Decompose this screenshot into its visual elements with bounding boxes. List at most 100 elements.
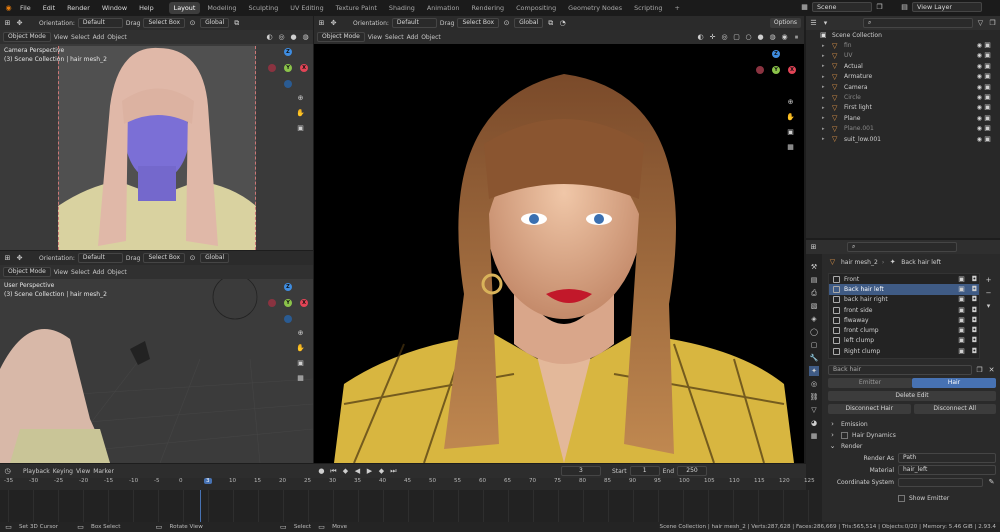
emission-panel-header[interactable]: › Emission (828, 419, 996, 429)
texture-tab-icon[interactable]: ▦ (809, 431, 819, 441)
list-menu-icon[interactable]: ▾ (984, 302, 993, 311)
coordinate-system-field[interactable] (898, 477, 983, 487)
camera-render-icon[interactable]: ▣ (983, 93, 992, 102)
render-display-icon[interactable]: ◘ (970, 326, 979, 335)
tool-tab-icon[interactable]: ⚒ (809, 262, 819, 272)
particle-system-item[interactable]: back hair right ▣ ◘ (829, 295, 979, 305)
display-mode-icon[interactable]: ▾ (821, 19, 830, 28)
viewport-rendered[interactable]: ⊞ ✥ Orientation: Default Drag Select Box… (314, 16, 804, 463)
menu-add[interactable]: Add (93, 269, 105, 276)
fake-user-icon[interactable]: ❐ (975, 366, 984, 375)
outliner-item[interactable]: ▸ ▽ Actual ◉ ▣ (806, 61, 1000, 71)
eyedropper-icon[interactable]: ✎ (987, 478, 996, 487)
tab-animation[interactable]: Animation (422, 2, 465, 14)
menu-playback[interactable]: Playback (23, 468, 50, 475)
particle-system-item[interactable]: front side ▣ ◘ (829, 305, 979, 315)
properties-search[interactable]: ⌕ (847, 242, 957, 252)
menu-view[interactable]: View (76, 468, 90, 475)
expand-arrow-icon[interactable]: ▸ (822, 95, 828, 101)
menu-marker[interactable]: Marker (93, 468, 114, 475)
particles-tab-icon[interactable]: ✦ (809, 366, 819, 376)
render-display-icon[interactable]: ◘ (970, 347, 979, 356)
outliner-item[interactable]: ▸ ▽ Plane.001 ◉ ▣ (806, 124, 1000, 134)
particle-system-item[interactable]: Back hair left ▣ ◘ (829, 284, 979, 295)
shading-material-icon[interactable]: ◍ (301, 33, 310, 42)
camera-render-icon[interactable]: ▣ (983, 114, 992, 123)
outliner-item[interactable]: ▸ ▽ Plane ◉ ▣ (806, 113, 1000, 123)
gizmo-z-axis[interactable]: Z (284, 48, 292, 56)
particle-system-item[interactable]: left clump ▣ ◘ (829, 336, 979, 346)
outliner-item[interactable]: ▸ ▽ Circle ◉ ▣ (806, 92, 1000, 102)
filter-icon[interactable]: ▽ (976, 19, 985, 28)
gizmo-y-axis[interactable]: Y (284, 64, 292, 72)
tab-shading[interactable]: Shading (384, 2, 420, 14)
camera-view-icon[interactable]: ▣ (296, 124, 305, 133)
menu-object[interactable]: Object (107, 269, 127, 276)
expand-arrow-icon[interactable]: ▸ (822, 53, 828, 59)
gizmo-neg-x[interactable] (268, 64, 276, 72)
constraints-tab-icon[interactable]: ⛓ (809, 392, 819, 402)
particle-system-item[interactable]: flwaway ▣ ◘ (829, 315, 979, 325)
camera-render-icon[interactable]: ▣ (983, 83, 992, 92)
orientation-dropdown[interactable]: Default (77, 253, 123, 263)
editor-type-icon[interactable]: ⊞ (3, 254, 12, 263)
eye-icon[interactable]: ◉ (977, 42, 982, 49)
modifier-tab-icon[interactable]: 🔧 (809, 353, 819, 363)
viewport-display-icon[interactable]: ▣ (957, 316, 966, 325)
ortho-grid-icon[interactable]: ▦ (786, 143, 795, 152)
timeline-track-area[interactable] (0, 490, 809, 522)
camera-render-icon[interactable]: ▣ (983, 51, 992, 60)
tab-uv-editing[interactable]: UV Editing (285, 2, 328, 14)
data-tab-icon[interactable]: ▽ (809, 405, 819, 415)
particle-system-item[interactable]: front clump ▣ ◘ (829, 325, 979, 335)
editor-type-icon[interactable]: ◷ (3, 467, 12, 476)
camera-render-icon[interactable]: ▣ (983, 103, 992, 112)
tab-compositing[interactable]: Compositing (511, 2, 561, 14)
visibility-icon[interactable]: ◐ (696, 33, 705, 42)
gizmo-z-axis[interactable]: Z (284, 283, 292, 291)
pivot-icon[interactable]: ⊙ (502, 19, 511, 28)
jump-start-icon[interactable]: ⏮ (329, 467, 338, 476)
navigation-gizmo-main[interactable]: Z X Y (754, 48, 798, 92)
menu-object[interactable]: Object (107, 34, 127, 41)
add-slot-icon[interactable]: + (984, 276, 993, 285)
camera-render-icon[interactable]: ▣ (983, 72, 992, 81)
gizmo-toggle-icon[interactable]: ✛ (708, 33, 717, 42)
mode-dropdown[interactable]: Object Mode (317, 32, 365, 42)
menu-select[interactable]: Select (71, 269, 90, 276)
outliner-item[interactable]: ▸ ▽ First light ◉ ▣ (806, 103, 1000, 113)
frame-ruler[interactable]: -35 -30 -25 -20 -15 -10 -5 0 3 10 15 20 25 30 35 40 45 50… (0, 478, 815, 490)
add-workspace-button[interactable]: + (669, 2, 684, 14)
editor-type-icon[interactable]: ⊞ (317, 19, 326, 28)
menu-render[interactable]: Render (62, 4, 95, 12)
viewport-user[interactable]: ⊞ ✥ Orientation: Default Drag Select Box… (0, 251, 313, 463)
render-display-icon[interactable]: ◘ (970, 295, 979, 304)
outliner-root[interactable]: ▣ Scene Collection (806, 30, 1000, 40)
menu-view[interactable]: View (54, 269, 68, 276)
viewport-display-icon[interactable]: ▣ (957, 285, 966, 294)
render-display-icon[interactable]: ◘ (970, 275, 979, 284)
render-display-icon[interactable]: ◘ (970, 306, 979, 315)
outliner-item[interactable]: ▸ ▽ suit_low.001 ◉ ▣ (806, 134, 1000, 144)
prev-key-icon[interactable]: ◆ (341, 467, 350, 476)
shading-solid-icon[interactable]: ● (756, 33, 765, 42)
render-display-icon[interactable]: ◘ (970, 336, 979, 345)
view-layer-tab-icon[interactable]: ▧ (809, 301, 819, 311)
xray-icon[interactable]: ▢ (732, 33, 741, 42)
emitter-toggle[interactable]: Emitter (828, 378, 912, 388)
gizmo-x-axis[interactable]: X (788, 66, 796, 74)
render-as-dropdown[interactable]: Path (898, 453, 996, 463)
viewport-display-icon[interactable]: ▣ (957, 306, 966, 315)
world-tab-icon[interactable]: ◯ (809, 327, 819, 337)
menu-object[interactable]: Object (421, 34, 441, 41)
transform-move-icon[interactable]: ✥ (15, 254, 24, 263)
scene-tab-icon[interactable]: ◈ (809, 314, 819, 324)
ortho-grid-icon[interactable]: ▦ (296, 374, 305, 383)
blender-logo-icon[interactable]: ◉ (4, 4, 13, 13)
render-display-icon[interactable]: ◘ (970, 316, 979, 325)
tab-layout[interactable]: Layout (168, 2, 201, 14)
zoom-icon[interactable]: ⊕ (296, 94, 305, 103)
mode-dropdown[interactable]: Object Mode (3, 267, 51, 277)
output-tab-icon[interactable]: ⎙ (809, 288, 819, 298)
gizmo-z-axis[interactable]: Z (772, 50, 780, 58)
